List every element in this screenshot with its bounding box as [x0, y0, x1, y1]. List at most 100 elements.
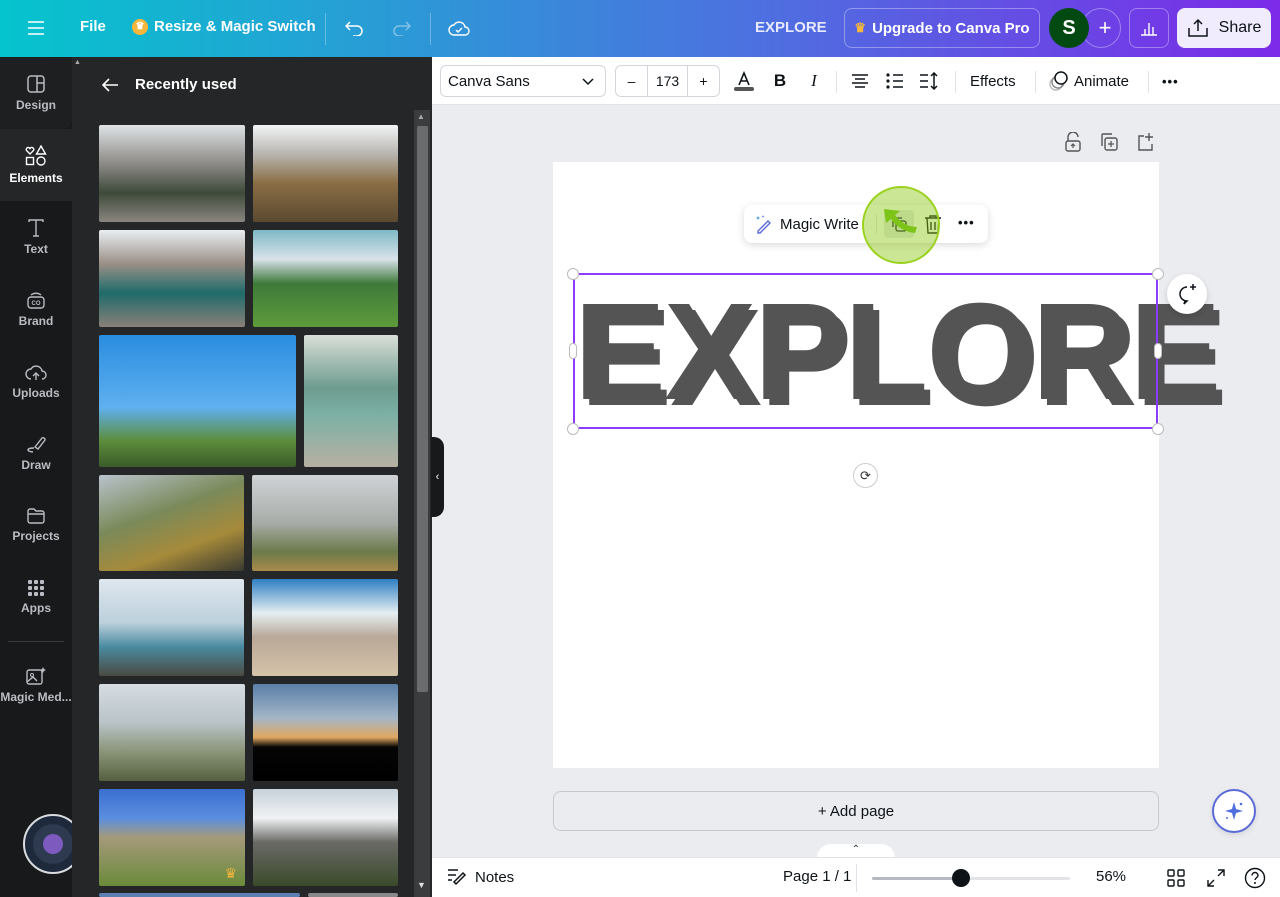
rail-item-draw[interactable]: Draw [0, 417, 72, 489]
add-comment-icon[interactable] [1167, 274, 1207, 314]
list-bullets-icon[interactable] [885, 65, 905, 97]
duplicate-page-icon[interactable] [1100, 132, 1118, 157]
rail-item-design[interactable]: Design [0, 57, 72, 129]
help-icon[interactable] [1244, 867, 1266, 889]
rail-divider [8, 641, 64, 642]
back-arrow-icon[interactable] [100, 75, 120, 95]
image-thumbnail[interactable] [253, 125, 398, 222]
rail-item-magic-media[interactable]: Magic Med... [0, 649, 72, 721]
italic-button[interactable]: I [804, 65, 824, 97]
image-thumbnail[interactable] [308, 893, 398, 897]
effects-button[interactable]: Effects [970, 65, 1016, 97]
image-thumbnail[interactable] [99, 335, 296, 467]
lock-icon[interactable] [1064, 131, 1082, 157]
font-size-input[interactable]: 173 [648, 66, 688, 96]
rail-label: Text [24, 242, 48, 256]
grid-view-icon[interactable] [1167, 869, 1185, 887]
rail-label: Design [15, 98, 56, 112]
zoom-slider[interactable] [872, 869, 1070, 887]
rail-item-text[interactable]: Text [0, 201, 72, 273]
magic-media-icon [26, 667, 46, 685]
decrease-font-size-button[interactable]: – [616, 66, 648, 96]
document-title[interactable]: EXPLORE [755, 19, 827, 36]
selection-box [573, 273, 1158, 429]
increase-font-size-button[interactable]: + [688, 66, 719, 96]
magic-write-button[interactable]: Magic Write [754, 214, 859, 234]
rail-item-uploads[interactable]: Uploads [0, 345, 72, 417]
rail-item-projects[interactable]: Projects [0, 489, 72, 561]
image-thumbnail[interactable]: ♛ [99, 789, 245, 886]
resize-handle-top-right[interactable] [1152, 268, 1164, 280]
scroll-up-arrow[interactable]: ▲ [74, 59, 81, 66]
upgrade-pro-button[interactable]: ♛ Upgrade to Canva Pro [844, 8, 1040, 48]
resize-handle-left[interactable] [569, 343, 577, 359]
add-page-icon[interactable] [1136, 132, 1154, 157]
notes-icon [448, 869, 467, 886]
divider [430, 13, 431, 45]
resize-handle-right[interactable] [1154, 343, 1162, 359]
zoom-slider-knob[interactable] [952, 869, 971, 887]
top-bar: File ♛ Resize & Magic Switch EXPLORE ♛ U… [0, 0, 1280, 57]
image-thumbnail[interactable] [99, 893, 300, 897]
resize-handle-top-left[interactable] [567, 268, 579, 280]
hamburger-icon[interactable] [24, 16, 48, 40]
font-family-dropdown[interactable]: Canva Sans [440, 65, 606, 97]
rail-item-apps[interactable]: Apps [0, 561, 72, 633]
image-thumbnail[interactable] [99, 579, 244, 676]
collapse-panel-button[interactable]: ‹ [431, 437, 444, 517]
image-thumbnail[interactable] [253, 684, 398, 781]
image-thumbnail[interactable] [252, 579, 398, 676]
apps-grid-icon [28, 580, 44, 596]
image-thumbnail[interactable] [99, 125, 245, 222]
more-options-button[interactable]: ••• [1162, 65, 1179, 97]
expand-pages-button[interactable]: ⌃ [817, 844, 895, 858]
text-color-icon[interactable] [732, 65, 756, 97]
bold-button[interactable]: B [770, 65, 790, 97]
zoom-percentage[interactable]: 56% [1096, 868, 1126, 885]
scroll-up-button[interactable]: ▲ [417, 112, 425, 121]
file-menu-button[interactable]: File [80, 18, 106, 35]
shapes-icon [25, 145, 47, 166]
rail-label: Brand [18, 314, 54, 328]
context-more-button[interactable]: ••• [958, 215, 975, 230]
font-size-stepper: – 173 + [615, 65, 720, 97]
resize-magic-switch-button[interactable]: ♛ Resize & Magic Switch [132, 18, 316, 35]
chevron-down-icon [582, 78, 594, 86]
image-thumbnail[interactable] [99, 684, 245, 781]
image-thumbnail[interactable] [253, 230, 398, 327]
animate-button[interactable]: Animate [1048, 65, 1129, 97]
rail-item-elements[interactable]: Elements [0, 129, 72, 201]
folder-icon [27, 508, 45, 524]
insights-chart-icon[interactable] [1129, 8, 1169, 48]
image-thumbnail[interactable] [304, 335, 398, 467]
line-spacing-icon[interactable] [919, 65, 939, 97]
design-page[interactable] [553, 162, 1159, 768]
redo-icon[interactable] [389, 16, 413, 40]
notes-button[interactable]: Notes [447, 868, 514, 886]
scroll-down-button[interactable]: ▼ [417, 880, 426, 890]
avatar[interactable]: S [1049, 8, 1089, 48]
draw-pen-icon [27, 437, 46, 453]
resize-handle-bottom-left[interactable] [567, 423, 579, 435]
assistant-orb-icon [43, 834, 63, 854]
rail-label: Draw [21, 458, 51, 472]
cloud-check-icon[interactable] [447, 16, 471, 40]
resize-handle-bottom-right[interactable] [1152, 423, 1164, 435]
add-page-button[interactable]: + Add page [553, 791, 1159, 831]
share-button[interactable]: Share [1177, 8, 1271, 48]
align-center-icon[interactable] [850, 65, 870, 97]
undo-icon[interactable] [343, 16, 367, 40]
rail-item-brand[interactable]: CO Brand [0, 273, 72, 345]
rotate-handle[interactable]: ⟳ [853, 463, 878, 488]
divider [1035, 71, 1036, 93]
image-thumbnail[interactable] [99, 230, 245, 327]
fullscreen-icon[interactable] [1207, 869, 1225, 887]
image-thumbnail[interactable] [252, 475, 398, 571]
magic-sparkle-button[interactable] [1212, 789, 1256, 833]
page-indicator[interactable]: Page 1 / 1 [783, 868, 851, 885]
image-thumbnail[interactable] [99, 475, 244, 571]
sparkle-icon [1225, 802, 1243, 820]
image-thumbnail[interactable] [253, 789, 398, 886]
zoom-slider-fill [872, 877, 962, 880]
panel-scrollbar-thumb[interactable] [417, 126, 428, 692]
